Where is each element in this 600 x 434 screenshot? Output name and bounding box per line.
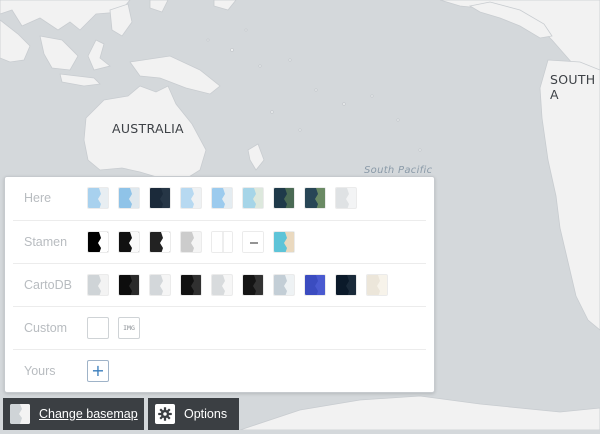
map-label-south-america: SOUTH A bbox=[550, 72, 596, 102]
basemap-row-yours: Yours + bbox=[13, 349, 426, 392]
row-label-yours: Yours bbox=[24, 364, 56, 378]
basemap-thumb-here-hybrid[interactable] bbox=[304, 187, 326, 209]
basemap-thumbnail-icon bbox=[10, 404, 30, 424]
basemap-thumb-here-satellite[interactable] bbox=[273, 187, 295, 209]
options-label: Options bbox=[184, 407, 228, 421]
basemap-thumb-stamen-toner-lines[interactable] bbox=[118, 231, 140, 253]
basemap-thumb-here-reduced[interactable] bbox=[180, 187, 202, 209]
basemap-panel: Here Stamen CartoDB Custom IMG Yours + bbox=[4, 176, 435, 393]
options-button[interactable]: Options bbox=[148, 398, 239, 430]
row-label-cartodb: CartoDB bbox=[24, 278, 72, 292]
basemap-row-here: Here bbox=[13, 177, 426, 219]
basemap-row-stamen: Stamen bbox=[13, 220, 426, 263]
basemap-thumb-positron[interactable] bbox=[87, 274, 109, 296]
basemap-row-cartodb: CartoDB bbox=[13, 263, 426, 306]
basemap-thumb-here-grey[interactable] bbox=[335, 187, 357, 209]
gear-icon bbox=[155, 404, 175, 424]
basemap-thumb-positron-nolabels[interactable] bbox=[149, 274, 171, 296]
change-basemap-button[interactable]: Change basemap bbox=[3, 398, 144, 430]
basemap-thumb-flat-blue-light[interactable] bbox=[273, 274, 295, 296]
basemap-thumb-dark-matter[interactable] bbox=[118, 274, 140, 296]
basemap-thumb-here-normal[interactable] bbox=[87, 187, 109, 209]
basemap-row-custom: Custom IMG bbox=[13, 306, 426, 349]
row-label-stamen: Stamen bbox=[24, 235, 68, 249]
row-label-custom: Custom bbox=[24, 321, 68, 335]
basemap-thumb-dark-matter-nolabels[interactable] bbox=[180, 274, 202, 296]
basemap-thumb-stamen-toner[interactable] bbox=[87, 231, 109, 253]
basemap-thumb-stamen-toner-labels[interactable] bbox=[242, 231, 264, 253]
row-label-here: Here bbox=[24, 191, 52, 205]
basemap-thumb-stamen-toner-background[interactable] bbox=[180, 231, 202, 253]
basemap-thumb-stamen-watercolor[interactable] bbox=[273, 231, 295, 253]
basemap-thumb-stamen-toner-lite[interactable] bbox=[149, 231, 171, 253]
custom-color-swatch[interactable] bbox=[87, 317, 109, 339]
basemap-thumb-here-terrain[interactable] bbox=[242, 187, 264, 209]
change-basemap-label: Change basemap bbox=[39, 407, 138, 421]
basemap-thumb-positron-lite[interactable] bbox=[211, 274, 233, 296]
map-label-south-pacific: South Pacific bbox=[364, 165, 433, 176]
basemap-thumb-flat-blue[interactable] bbox=[304, 274, 326, 296]
basemap-thumb-antique[interactable] bbox=[366, 274, 388, 296]
basemap-thumb-dark-matter-lite[interactable] bbox=[242, 274, 264, 296]
map-label-australia: AUSTRALIA bbox=[112, 121, 184, 136]
basemap-thumb-stamen-toner-hybrid[interactable] bbox=[211, 231, 233, 253]
basemap-thumb-here-normal-alt[interactable] bbox=[118, 187, 140, 209]
basemap-thumb-here-pedestrian[interactable] bbox=[211, 187, 233, 209]
custom-image-button[interactable]: IMG bbox=[118, 317, 140, 339]
basemap-thumb-midnight[interactable] bbox=[335, 274, 357, 296]
add-basemap-button[interactable]: + bbox=[87, 360, 109, 382]
basemap-thumb-here-night[interactable] bbox=[149, 187, 171, 209]
